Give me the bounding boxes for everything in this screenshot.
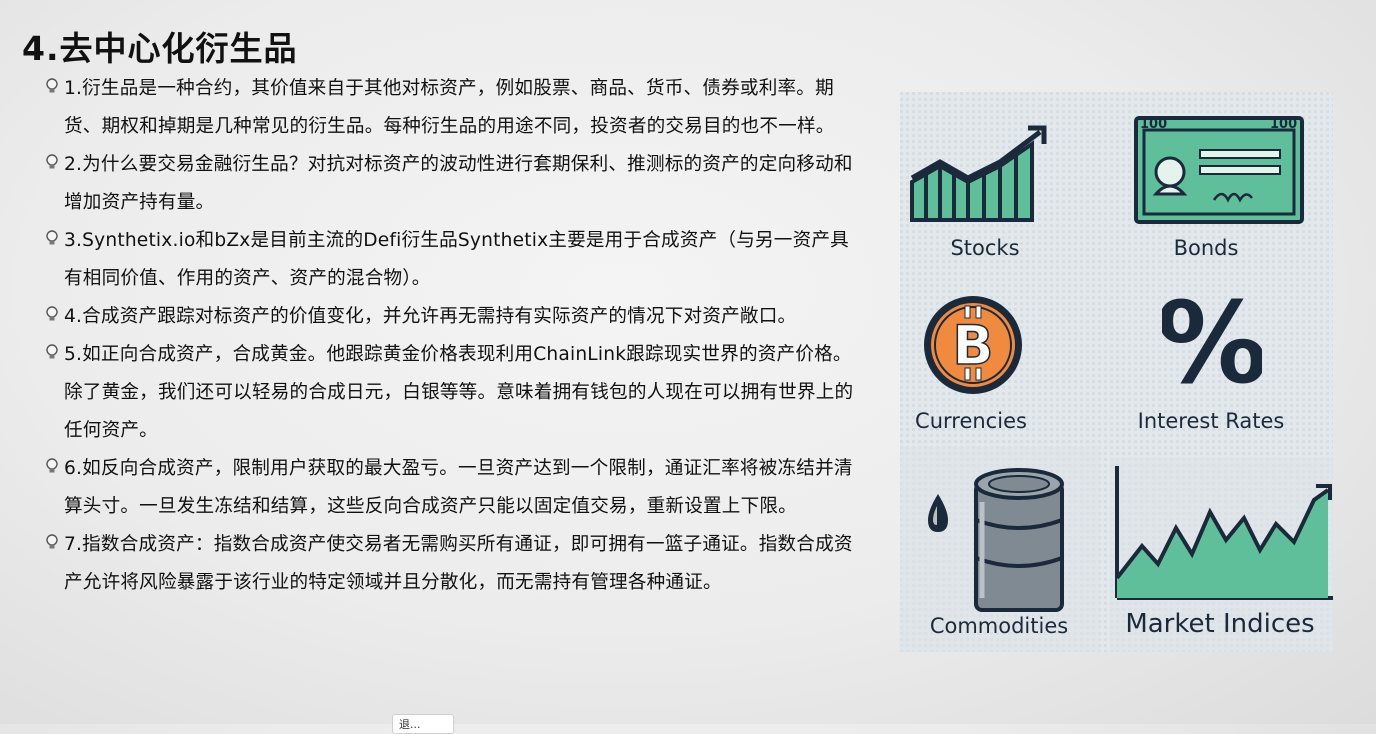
commodities-cell (920, 462, 1070, 616)
stocks-cell (910, 122, 1050, 226)
lightbulb-icon (46, 336, 64, 364)
lightbulb-icon (46, 146, 64, 174)
percent-symbol: % (1162, 288, 1262, 398)
market-indices-label: Market Indices (1125, 609, 1315, 639)
bonds-label: Bonds (1173, 236, 1239, 260)
percent-icon: % (1156, 279, 1268, 409)
bullet-text: 6.如反向合成资产，限制用户获取的最大盈亏。一旦资产达到一个限制，通证汇率将被冻… (64, 458, 853, 517)
slide-title: 4.去中心化衍生品 (22, 29, 298, 68)
interest-rates-cell: % (1156, 279, 1268, 409)
bullet-item-7: 7.指数合成资产：指数合成资产使交易者无需购买所有通证，即可拥有一篮子通证。指数… (46, 526, 866, 602)
interest-rates-label: Interest Rates (1137, 409, 1285, 433)
lightbulb-icon (46, 298, 64, 326)
stock-chart-icon (910, 125, 1047, 222)
bullet-item-5: 5.如正向合成资产，合成黄金。他跟踪黄金价格表现利用ChainLink跟踪现实世… (46, 336, 866, 450)
bond-denomination-right: 100 (1270, 117, 1297, 132)
bitcoin-icon: B (924, 296, 1022, 394)
stocks-label: Stocks (950, 236, 1020, 260)
commodities-label: Commodities (929, 614, 1069, 638)
bullet-item-4: 4.合成资产跟踪对标资产的价值变化，并允许再无需持有实际资产的情况下对资产敞口。 (46, 298, 866, 336)
bullet-item-3: 3.Synthetix.io和bZx是目前主流的Defi衍生品Synthetix… (46, 222, 866, 298)
index-chart-icon (1115, 466, 1333, 600)
bullet-item-1: 1.衍生品是一种合约，其价值来自于其他对标资产，例如股票、商品、货币、债券或利率… (46, 70, 866, 146)
bullet-text: 3.Synthetix.io和bZx是目前主流的Defi衍生品Synthetix… (64, 230, 849, 289)
hover-tooltip: 退... (392, 714, 454, 734)
slide: 4.去中心化衍生品 1.衍生品是一种合约，其价值来自于其他对标资产，例如股票、商… (0, 0, 1376, 734)
bullet-text: 1.衍生品是一种合约，其价值来自于其他对标资产，例如股票、商品、货币、债券或利率… (64, 78, 835, 137)
lightbulb-icon (46, 450, 64, 478)
bullet-item-2: 2.为什么要交易金融衍生品？对抗对标资产的波动性进行套期保利、推测标的资产的定向… (46, 146, 866, 222)
bullet-list: 1.衍生品是一种合约，其价值来自于其他对标资产，例如股票、商品、货币、债券或利率… (46, 70, 866, 602)
lightbulb-icon (46, 526, 64, 554)
bonds-cell: 100 100 (1134, 116, 1306, 230)
bullet-text: 7.指数合成资产：指数合成资产使交易者无需购买所有通证，即可拥有一篮子通证。指数… (64, 534, 853, 593)
bond-certificate-icon: 100 100 (1134, 116, 1304, 224)
derivatives-infographic: Stocks 100 100 Bonds B Currencies Intere… (900, 92, 1333, 652)
lightbulb-icon (46, 222, 64, 250)
bullet-text: 5.如正向合成资产，合成黄金。他跟踪黄金价格表现利用ChainLink跟踪现实世… (64, 344, 854, 441)
lightbulb-icon (46, 70, 64, 98)
bond-denomination-left: 100 (1140, 117, 1167, 132)
oil-barrel-icon (928, 468, 1064, 612)
market-indices-cell (1114, 466, 1333, 610)
bullet-text: 2.为什么要交易金融衍生品？对抗对标资产的波动性进行套期保利、推测标的资产的定向… (64, 154, 853, 213)
bullet-item-6: 6.如反向合成资产，限制用户获取的最大盈亏。一旦资产达到一个限制，通证汇率将被冻… (46, 450, 866, 526)
bitcoin-symbol: B (952, 314, 993, 377)
currencies-cell: B (920, 292, 1026, 402)
bullet-text: 4.合成资产跟踪对标资产的价值变化，并允许再无需持有实际资产的情况下对资产敞口。 (64, 306, 797, 327)
currencies-label: Currencies (915, 409, 1027, 433)
